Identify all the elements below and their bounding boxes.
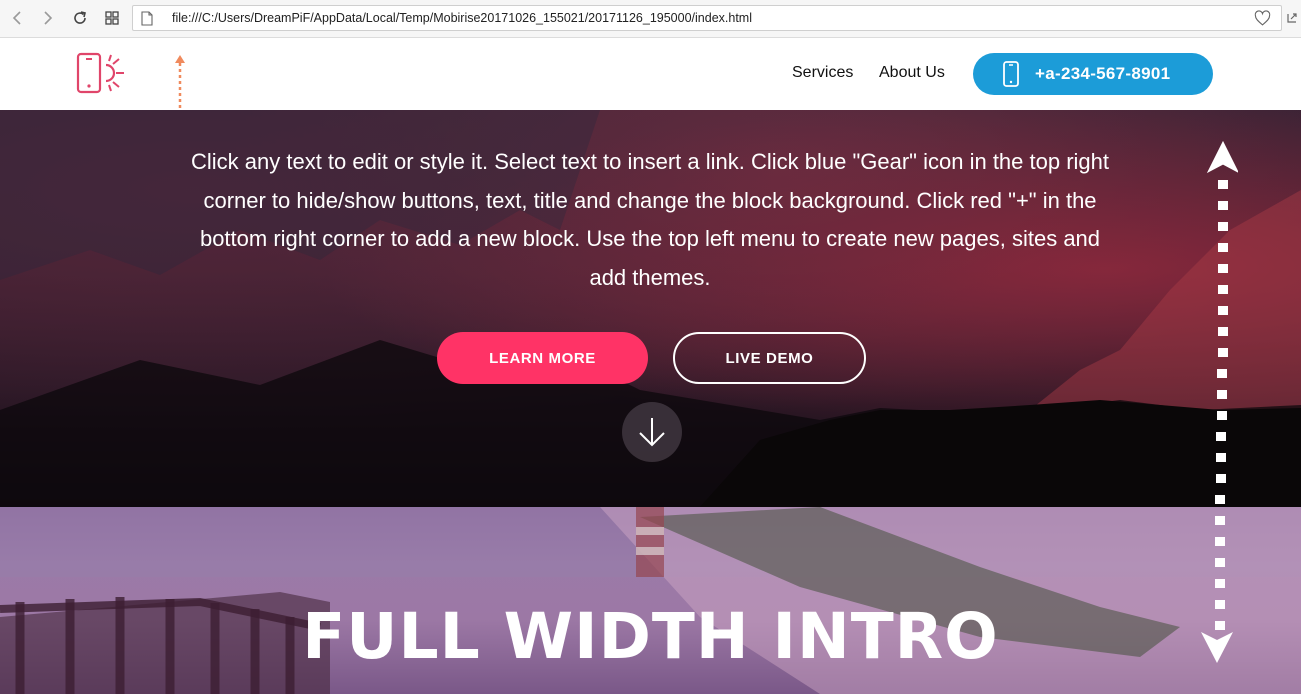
- forward-icon[interactable]: [37, 8, 57, 28]
- phone-icon: [1003, 61, 1019, 87]
- phone-button[interactable]: +a-234-567-8901: [973, 53, 1213, 95]
- browser-toolbar: file:///C:/Users/DreamPiF/AppData/Local/…: [0, 0, 1301, 38]
- apps-icon[interactable]: [102, 8, 122, 28]
- back-icon[interactable]: [8, 8, 28, 28]
- page-icon: [141, 11, 153, 26]
- reload-icon[interactable]: [70, 8, 90, 28]
- url-text[interactable]: file:///C:/Users/DreamPiF/AppData/Local/…: [172, 11, 752, 25]
- arrow-down-icon: [639, 418, 665, 447]
- intro-title[interactable]: FULL WIDTH INTRO: [0, 600, 1301, 673]
- live-demo-button[interactable]: LIVE DEMO: [673, 332, 866, 384]
- extension-icon[interactable]: [1286, 12, 1298, 24]
- full-width-intro-section: FULL WIDTH INTRO: [0, 507, 1301, 694]
- address-bar[interactable]: file:///C:/Users/DreamPiF/AppData/Local/…: [132, 5, 1282, 31]
- hero-section: Click any text to edit or style it. Sele…: [0, 110, 1301, 507]
- phone-number: +a-234-567-8901: [1035, 64, 1171, 83]
- logo-phone-light-icon[interactable]: [76, 52, 128, 96]
- scroll-down-button[interactable]: [622, 402, 682, 462]
- learn-more-button[interactable]: LEARN MORE: [437, 332, 648, 384]
- nav-services[interactable]: Services: [792, 64, 853, 82]
- site-header: Services About Us +a-234-567-8901: [0, 38, 1301, 123]
- vertical-resize-arrow-icon[interactable]: [1198, 140, 1238, 665]
- heart-icon[interactable]: [1254, 10, 1271, 27]
- hero-description[interactable]: Click any text to edit or style it. Sele…: [190, 143, 1110, 297]
- nav-about-us[interactable]: About Us: [879, 64, 945, 82]
